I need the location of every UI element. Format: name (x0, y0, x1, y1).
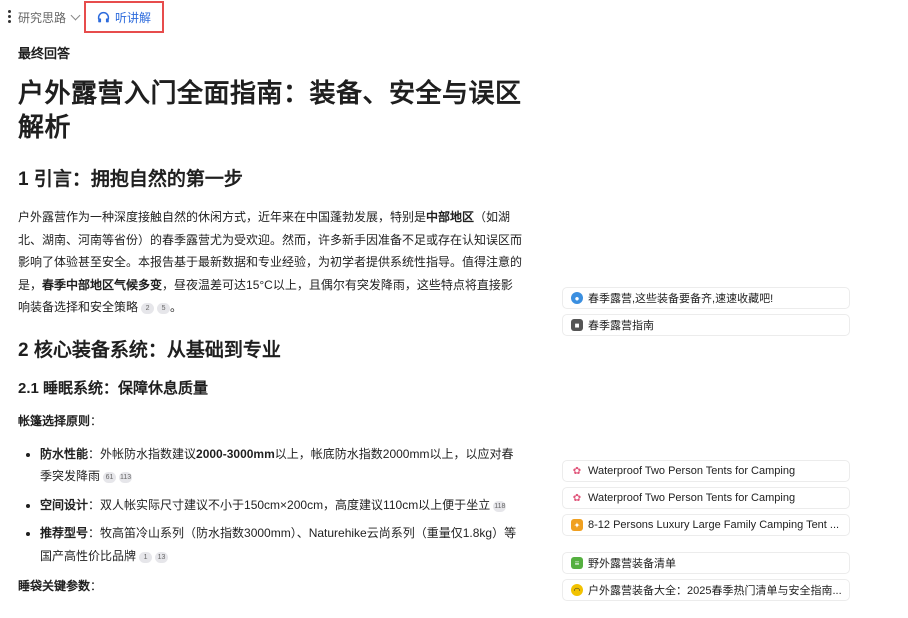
reference-card[interactable]: ■ 春季露营指南 (562, 314, 850, 336)
list-app-icon: ≡ (571, 557, 583, 569)
headphones-icon (97, 11, 110, 22)
chevron-down-icon (70, 10, 81, 21)
tent-bullet-list: 防水性能：外帐防水指数建议2000-3000mm以上，帐底防水指数2000mm以… (18, 443, 524, 568)
bullet-bold: 2000-3000mm (196, 446, 275, 461)
list-item: 推荐型号：牧高笛冷山系列（防水指数3000mm）、Naturehike云尚系列（… (40, 522, 524, 567)
citation-badge[interactable]: 5 (157, 303, 171, 314)
shop-logo-icon: ✿ (571, 492, 583, 504)
intro-bold: 中部地区 (426, 210, 475, 224)
bullet-label: 防水性能 (40, 446, 89, 461)
citation-badge[interactable]: 113 (119, 472, 133, 483)
intro-paragraph: 户外露营作为一种深度接触自然的休闲方式，近年来在中国蓬勃发展，特别是中部地区（如… (18, 206, 524, 319)
reference-title: 春季露营,这些装备要备齐,速速收藏吧! (588, 293, 774, 305)
intro-text: 。 (170, 300, 183, 314)
listen-label: 听讲解 (114, 10, 151, 25)
listen-explanation-button[interactable]: 听讲解 (84, 1, 164, 33)
research-dropdown[interactable]: 研究思路 (18, 9, 81, 26)
section-1-heading: 1 引言：拥抱自然的第一步 (18, 169, 243, 190)
bullet-label: 推荐型号 (40, 526, 89, 540)
bullet-label: 空间设计 (40, 497, 89, 512)
sleeping-bag-label: 睡袋关键参数： (18, 577, 524, 594)
source-logo-icon: ● (571, 292, 583, 304)
reference-card[interactable]: ● 春季露营,这些装备要备齐,速速收藏吧! (562, 287, 850, 309)
answer-content: 最终回答 户外露营入门全面指南：装备、安全与误区解析 1 引言：拥抱自然的第一步… (18, 40, 524, 608)
intro-bold: 春季中部地区气候多变 (42, 277, 163, 292)
bullet-text: ：牧高笛冷山系列（防水指数3000mm）、Naturehike云尚系列（重量仅1… (40, 526, 517, 563)
reference-title: Waterproof Two Person Tents for Camping (588, 492, 796, 504)
research-label: 研究思路 (18, 11, 67, 25)
reference-card[interactable]: ≡ 野外露营装备清单 (562, 552, 850, 574)
bullet-text: ：外帐防水指数建议 (88, 446, 197, 461)
tent-principles-label: 帐篷选择原则： (18, 412, 524, 429)
intro-text: 户外露营作为一种深度接触自然的休闲方式，近年来在中国蓬勃发展，特别是 (18, 210, 427, 224)
citation-badge[interactable]: 118 (493, 500, 507, 512)
reference-card[interactable]: ◠ 户外露营装备大全：2025春季热门清单与安全指南... (562, 579, 850, 601)
citation-badge[interactable]: 1 (139, 551, 153, 563)
bullet-text: ：双人帐实际尺寸建议不小于150cm×200cm，高度建议110cm以上便于坐立 (88, 497, 491, 512)
section-2-heading: 2 核心装备系统：从基础到专业 (18, 339, 281, 361)
reference-title: 8-12 Persons Luxury Large Family Camping… (588, 519, 840, 531)
final-answer-label: 最终回答 (18, 46, 71, 61)
reference-title: 春季露营指南 (588, 320, 654, 332)
author-avatar-icon: ■ (571, 319, 583, 331)
citation-badge[interactable]: 61 (103, 472, 117, 483)
drag-handle-icon[interactable] (8, 10, 11, 25)
reference-title: Waterproof Two Person Tents for Camping (588, 465, 796, 477)
reference-card[interactable]: ✿ Waterproof Two Person Tents for Camping (562, 460, 850, 482)
citation-badge[interactable]: 2 (141, 303, 155, 314)
store-logo-icon: ✦ (571, 519, 583, 531)
reference-card[interactable]: ✦ 8-12 Persons Luxury Large Family Campin… (562, 514, 850, 536)
label-colon: ： (90, 579, 103, 593)
label-colon: ： (90, 413, 103, 428)
list-item: 空间设计：双人帐实际尺寸建议不小于150cm×200cm，高度建议110cm以上… (40, 494, 524, 517)
sleeping-bag-text: 睡袋关键参数 (18, 579, 91, 593)
tent-label-text: 帐篷选择原则 (18, 413, 91, 428)
reference-title: 野外露营装备清单 (588, 558, 676, 570)
section-2-1-heading: 2.1 睡眠系统：保障休息质量 (18, 379, 209, 397)
top-toolbar: 研究思路 听讲解 (0, 0, 908, 36)
citation-badge[interactable]: 13 (155, 551, 169, 563)
shop-logo-icon: ✿ (571, 465, 583, 477)
site-logo-icon: ◠ (571, 584, 583, 596)
reference-card[interactable]: ✿ Waterproof Two Person Tents for Camping (562, 487, 850, 509)
reference-title: 户外露营装备大全：2025春季热门清单与安全指南... (588, 585, 842, 597)
list-item: 防水性能：外帐防水指数建议2000-3000mm以上，帐底防水指数2000mm以… (40, 443, 524, 488)
page-title: 户外露营入门全面指南：装备、安全与误区解析 (18, 78, 522, 142)
